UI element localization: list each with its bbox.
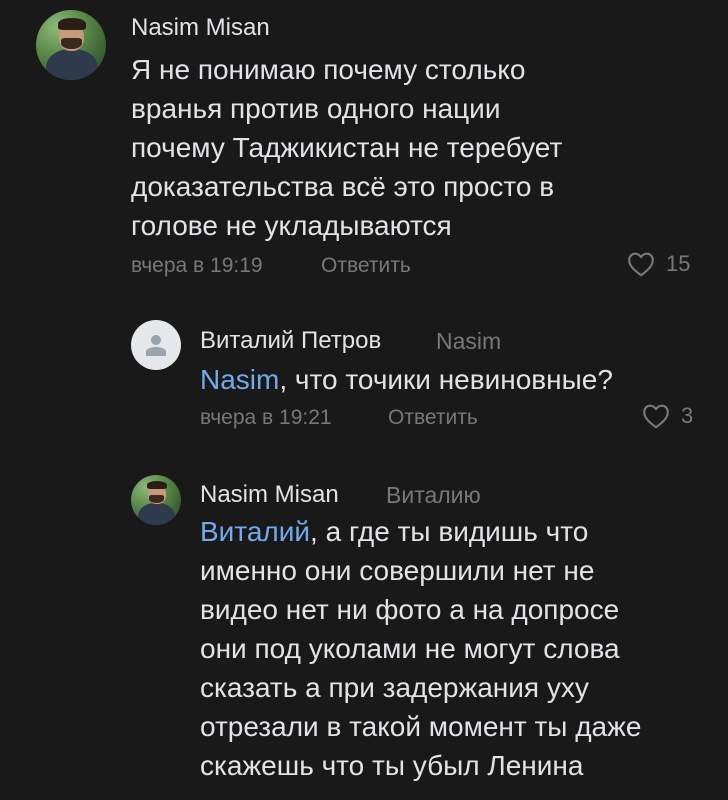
avatar[interactable] xyxy=(131,475,181,525)
like-count: 15 xyxy=(666,251,691,276)
comment-text-line: именно они совершили нет не xyxy=(200,555,595,586)
comment: Nasim Misan Я не понимаю почему столько … xyxy=(0,0,728,300)
comment-reply: Виталий Петров Nasim Nasim, что точики н… xyxy=(0,300,728,460)
comment-text: Виталий, а где ты видишь что именно они … xyxy=(200,512,720,785)
comment-text-line: они под уколами не могут слова xyxy=(200,633,620,664)
like-count: 3 xyxy=(681,403,694,428)
comment-text-line: сказать а при задержания уху xyxy=(200,672,589,703)
avatar[interactable] xyxy=(131,320,181,370)
bottom-edge xyxy=(0,790,728,800)
comment-text-line: вранья против одного нации xyxy=(131,93,501,124)
mention-link[interactable]: Nasim xyxy=(200,364,279,395)
comment-timestamp: вчера в 19:21 xyxy=(200,406,332,429)
comment-text-line: видео нет ни фото а на допросе xyxy=(200,594,620,625)
comment-timestamp: вчера в 19:19 xyxy=(131,254,263,277)
comment-text-line: доказательства всё это просто в xyxy=(131,171,555,202)
reply-to-name[interactable]: Виталию xyxy=(386,482,481,509)
reply-button[interactable]: Ответить xyxy=(388,406,478,430)
heart-icon xyxy=(643,404,669,429)
comment-text-line: отрезали в такой момент ты даже xyxy=(200,711,642,742)
comment-text-line: Виталий, а где ты видишь что xyxy=(200,512,720,551)
comment-text-line: , что точики невиновные? xyxy=(279,364,613,395)
comment-text-line: скажешь что ты убыл Ленина xyxy=(200,750,584,781)
comment-text: Nasim, что точики невиновные? xyxy=(200,360,710,399)
reply-button[interactable]: Ответить xyxy=(321,254,411,278)
like-button[interactable]: 15 xyxy=(626,251,690,277)
comment-author[interactable]: Nasim Misan xyxy=(200,481,339,509)
heart-icon xyxy=(628,252,654,277)
comment-text-line: Я не понимаю почему столько xyxy=(131,54,526,85)
like-button[interactable]: 3 xyxy=(641,403,693,429)
user-placeholder-icon xyxy=(151,335,161,345)
comment-text-fragment: , а где ты видишь что xyxy=(310,516,589,547)
comment-text: Я не понимаю почему столько вранья проти… xyxy=(131,50,711,245)
comment-text-line: почему Таджикистан не теребует xyxy=(131,132,563,163)
comment-reply: Nasim Misan Виталию Виталий, а где ты ви… xyxy=(0,460,728,800)
avatar[interactable] xyxy=(36,10,106,80)
comment-author[interactable]: Nasim Misan xyxy=(131,14,270,42)
reply-to-name[interactable]: Nasim xyxy=(436,328,501,355)
comment-text-line: голове не укладываются xyxy=(131,210,452,241)
comment-author[interactable]: Виталий Петров xyxy=(200,327,381,355)
mention-link[interactable]: Виталий xyxy=(200,516,310,547)
